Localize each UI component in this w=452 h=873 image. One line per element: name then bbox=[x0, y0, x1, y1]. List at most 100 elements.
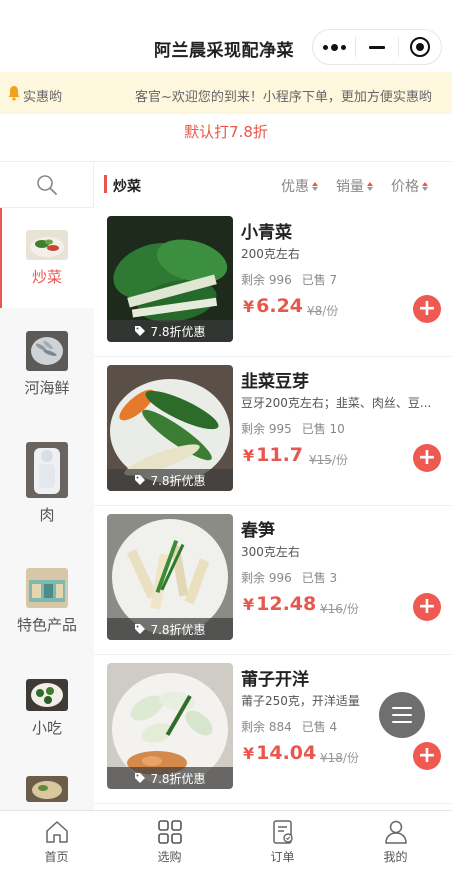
stock-remaining: 剩余 995 bbox=[241, 422, 292, 436]
tab-label: 我的 bbox=[383, 850, 408, 864]
stock-remaining: 剩余 996 bbox=[241, 273, 292, 287]
price-unit: /份 bbox=[342, 751, 359, 765]
discount-tag: 7.8折优惠 bbox=[107, 618, 233, 640]
currency-symbol: ¥ bbox=[243, 744, 255, 763]
stock-sold: 已售 3 bbox=[301, 571, 338, 585]
mini-program-capsule bbox=[312, 29, 442, 65]
price-value: 6.24 bbox=[256, 295, 304, 317]
category-indicator bbox=[104, 175, 107, 193]
stock-remaining: 剩余 996 bbox=[241, 571, 292, 585]
category-label: 小吃 bbox=[31, 718, 62, 737]
category-item-specialty[interactable]: 特色产品 bbox=[0, 546, 94, 656]
user-icon bbox=[384, 820, 407, 844]
discount-tag-text: 7.8折优惠 bbox=[150, 324, 206, 339]
product-price: ¥6.24 bbox=[243, 295, 303, 317]
add-to-cart-button[interactable]: + bbox=[413, 742, 441, 770]
add-to-cart-button[interactable]: + bbox=[413, 444, 441, 472]
price-unit: /份 bbox=[342, 602, 359, 616]
category-thumb-image bbox=[26, 229, 68, 260]
category-thumb-image bbox=[26, 567, 68, 608]
stock-sold: 已售 7 bbox=[301, 273, 338, 287]
category-thumb-image bbox=[26, 678, 68, 711]
price-value: 14.04 bbox=[256, 742, 317, 764]
product-price: ¥14.04 bbox=[243, 742, 316, 764]
nav-header: 阿兰晨采现配净菜 bbox=[0, 0, 452, 72]
product-stock: 剩余 996 已售 3 bbox=[241, 569, 337, 586]
tag-icon bbox=[135, 773, 146, 783]
product-spec: 300克左右 bbox=[241, 545, 300, 559]
product-image: 7.8折优惠 bbox=[107, 365, 233, 491]
floating-menu-button[interactable] bbox=[379, 692, 425, 738]
currency-symbol: ¥ bbox=[243, 595, 255, 614]
order-icon bbox=[272, 820, 293, 844]
stock-sold: 已售 10 bbox=[301, 422, 345, 436]
menu-icon-line bbox=[392, 707, 412, 709]
minimize-button[interactable] bbox=[356, 30, 398, 64]
menu-icon-line bbox=[392, 714, 412, 716]
product-stock: 剩余 996 已售 7 bbox=[241, 271, 337, 288]
search-button[interactable] bbox=[0, 162, 94, 208]
sort-arrows-icon bbox=[312, 181, 318, 191]
original-price: ¥16/份 bbox=[320, 600, 359, 617]
search-icon bbox=[36, 174, 57, 195]
minimize-icon bbox=[369, 45, 385, 49]
sort-arrows-icon bbox=[422, 181, 428, 191]
price-value: 11.7 bbox=[256, 444, 304, 466]
product-spec: 豆牙200克左右；韭菜、肉丝、豆... bbox=[241, 396, 432, 410]
tab-home[interactable]: 首页 bbox=[0, 811, 113, 873]
discount-tag-text: 7.8折优惠 bbox=[150, 622, 206, 637]
stock-sold: 已售 4 bbox=[301, 720, 338, 734]
currency-symbol: ¥ bbox=[243, 297, 255, 316]
tab-profile[interactable]: 我的 bbox=[339, 811, 452, 873]
grid-icon bbox=[157, 820, 182, 844]
price-unit: /份 bbox=[331, 453, 348, 467]
category-item-meat[interactable]: 肉 bbox=[0, 420, 94, 546]
category-item-seafood[interactable]: 河海鲜 bbox=[0, 308, 94, 420]
tab-orders[interactable]: 订单 bbox=[226, 811, 339, 873]
product-card[interactable]: 7.8折优惠 韭菜豆芽 豆牙200克左右；韭菜、肉丝、豆... 剩余 995 已售… bbox=[94, 357, 452, 506]
original-price: ¥18/份 bbox=[320, 749, 359, 766]
original-price-value: ¥18 bbox=[320, 751, 343, 765]
category-sidebar: 炒菜 河海鲜 肉 特色产品 小吃 bbox=[0, 162, 94, 810]
category-item-stir-fry[interactable]: 炒菜 bbox=[0, 208, 94, 308]
product-card[interactable]: 7.8折优惠 春笋 300克左右 剩余 996 已售 3 ¥12.48 ¥16/份… bbox=[94, 506, 452, 655]
more-button[interactable] bbox=[313, 30, 355, 64]
currency-symbol: ¥ bbox=[243, 446, 255, 465]
original-price-value: ¥15 bbox=[309, 453, 332, 467]
product-card[interactable]: 7.8折优惠 小青菜 200克左右 剩余 996 已售 7 ¥6.24 ¥8/份 … bbox=[94, 208, 452, 357]
close-button[interactable] bbox=[399, 30, 441, 64]
tag-icon bbox=[135, 326, 146, 336]
product-image: 7.8折优惠 bbox=[107, 216, 233, 342]
category-item-snacks[interactable]: 小吃 bbox=[0, 656, 94, 760]
tab-label: 首页 bbox=[44, 850, 69, 864]
category-item-partial[interactable] bbox=[0, 760, 94, 810]
discount-banner: 默认打7.8折 bbox=[0, 114, 452, 162]
price-value: 12.48 bbox=[256, 593, 317, 615]
add-to-cart-button[interactable]: + bbox=[413, 295, 441, 323]
sort-label: 价格 bbox=[391, 179, 419, 195]
notice-text-left: 实惠哟 bbox=[23, 90, 63, 105]
discount-tag-text: 7.8折优惠 bbox=[150, 473, 206, 488]
sort-sales[interactable]: 销量 bbox=[336, 176, 373, 196]
tag-icon bbox=[135, 624, 146, 634]
price-unit: /份 bbox=[322, 304, 339, 318]
discount-tag: 7.8折优惠 bbox=[107, 320, 233, 342]
product-name: 小青菜 bbox=[241, 223, 292, 243]
product-name: 韭菜豆芽 bbox=[241, 372, 309, 392]
sort-price[interactable]: 价格 bbox=[391, 176, 428, 196]
add-to-cart-button[interactable]: + bbox=[413, 593, 441, 621]
tab-shop[interactable]: 选购 bbox=[113, 811, 226, 873]
sort-discount[interactable]: 优惠 bbox=[281, 176, 318, 196]
product-stock: 剩余 995 已售 10 bbox=[241, 420, 345, 437]
filter-header: 炒菜 优惠 销量 价格 bbox=[94, 162, 452, 208]
product-name: 莆子开洋 bbox=[241, 670, 309, 690]
product-price: ¥12.48 bbox=[243, 593, 316, 615]
tag-icon bbox=[135, 475, 146, 485]
close-target-icon bbox=[410, 37, 430, 57]
discount-tag: 7.8折优惠 bbox=[107, 767, 233, 789]
product-price: ¥11.7 bbox=[243, 444, 303, 466]
menu-icon-line bbox=[392, 721, 412, 723]
sort-arrows-icon bbox=[367, 181, 373, 191]
category-label: 肉 bbox=[39, 505, 55, 524]
notice-text: 客官~欢迎您的到来！小程序下单，更加方便实惠哟 bbox=[135, 90, 432, 105]
